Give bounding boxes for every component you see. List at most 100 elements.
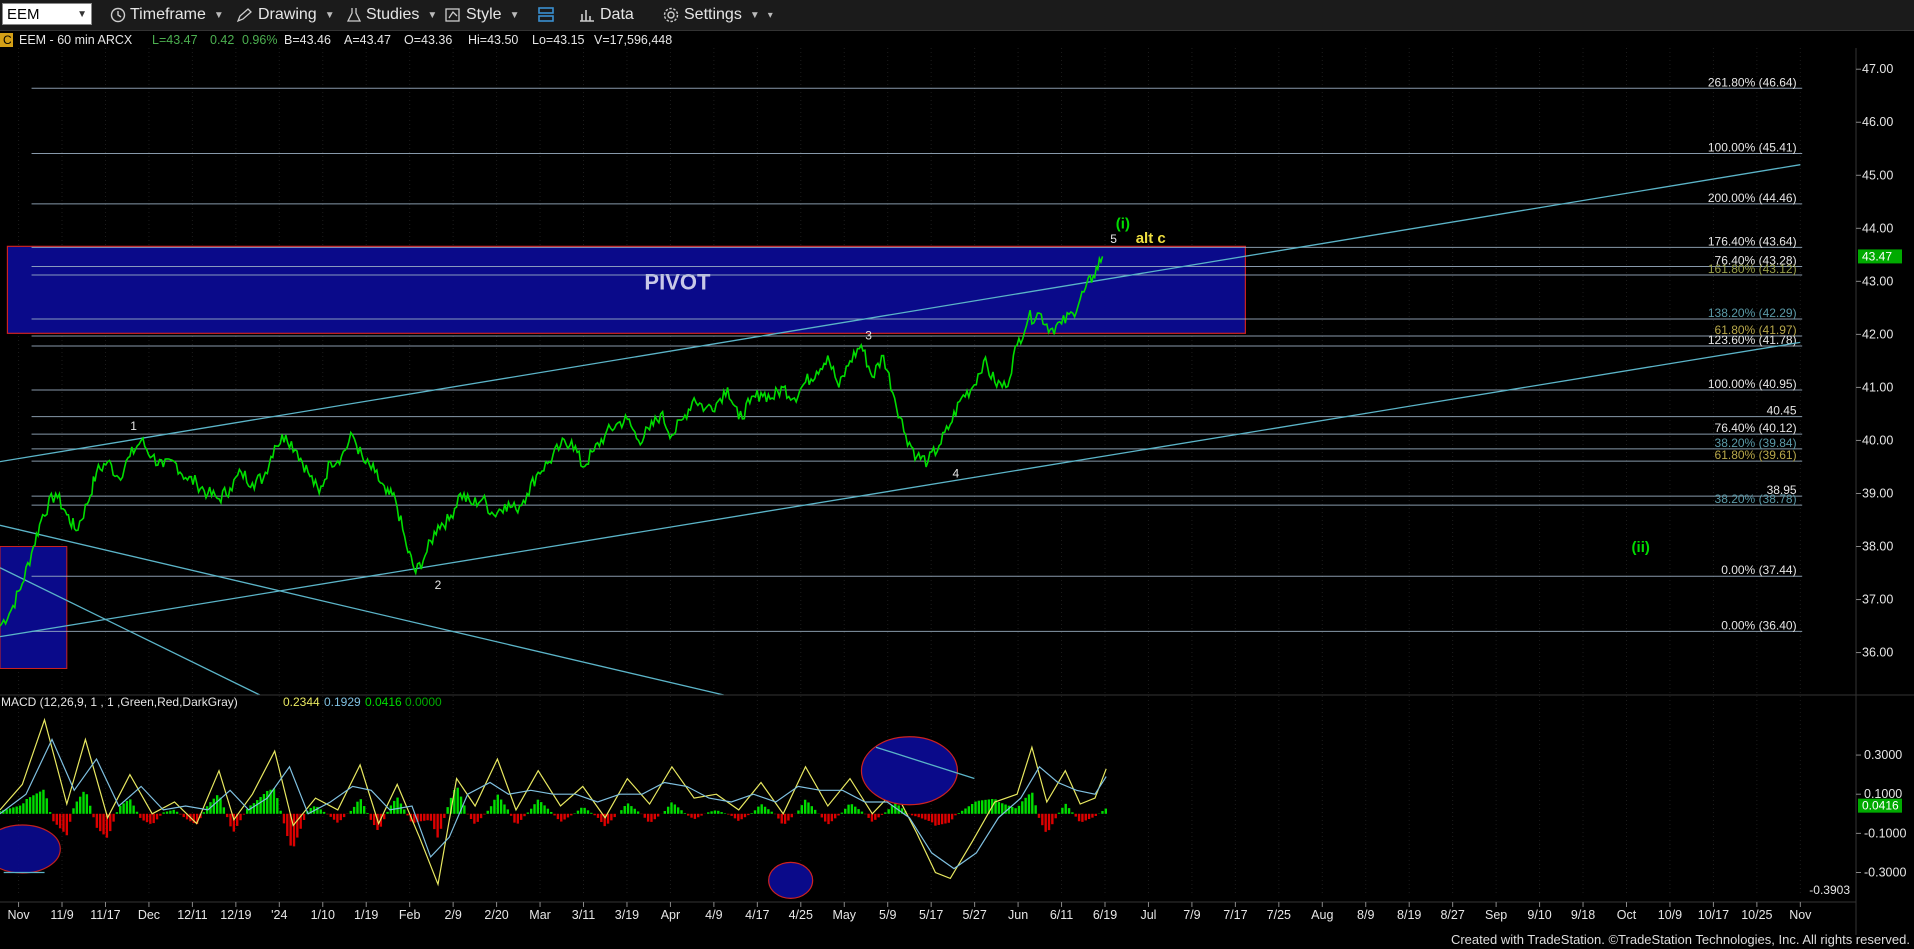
fib-levels: 261.80% (46.64) 100.00% (45.41) 200.00% (4… xyxy=(31,75,1803,632)
time-tick-label: 8/27 xyxy=(1440,908,1464,922)
price-tick-label: 40.00 xyxy=(1862,433,1893,447)
c-badge-text: C xyxy=(3,33,12,47)
time-tick-label: 3/19 xyxy=(615,908,639,922)
macd-title: MACD (12,26,9, 1 , 1 ,Green,Red,DarkGray… xyxy=(1,695,238,709)
style-icon xyxy=(445,8,460,22)
time-tick-label: 8/9 xyxy=(1357,908,1374,922)
chart-header: C EEM - 60 min ARCX L=43.47 0.42 0.96% B… xyxy=(0,33,672,47)
price-chart[interactable]: PIVOT 261.80% (46.64) 100.00% (45.41) 200.… xyxy=(0,30,1914,949)
drawing-label: Drawing xyxy=(258,6,317,23)
current-price-tag: 43.47 xyxy=(1858,249,1902,264)
fib-label: 200.00% (44.46) xyxy=(1708,191,1797,205)
time-tick-label: May xyxy=(832,908,856,922)
price-tick-label: 46.00 xyxy=(1862,115,1893,129)
fib-label: 61.80% (39.61) xyxy=(1715,448,1797,462)
time-tick-label: 5/17 xyxy=(919,908,943,922)
price-tick-label: 38.00 xyxy=(1862,540,1893,554)
chevron-down-icon[interactable]: ▼ xyxy=(77,4,87,26)
header-open: O=43.36 xyxy=(404,33,452,47)
settings-label: Settings xyxy=(684,6,742,23)
pivot-label: PIVOT xyxy=(644,269,711,294)
time-tick-label: 5/27 xyxy=(962,908,986,922)
studies-button[interactable]: Studies ▼ xyxy=(346,4,437,26)
price-tick-label: 39.00 xyxy=(1862,486,1893,500)
macd-current-value: 0.0416 xyxy=(1862,799,1899,813)
fib-label: 100.00% (40.95) xyxy=(1708,377,1797,391)
time-tick-label: 9/18 xyxy=(1571,908,1595,922)
chevron-down-icon: ▼ xyxy=(427,9,438,21)
time-tick-label: 6/11 xyxy=(1050,908,1073,922)
fib-label: 100.00% (45.41) xyxy=(1708,141,1797,155)
time-tick-label: 3/11 xyxy=(572,908,595,922)
time-tick-label: 12/19 xyxy=(220,908,251,922)
price-tick-label: 45.00 xyxy=(1862,168,1893,182)
header-bid: B=43.46 xyxy=(284,33,331,47)
fib-label: 176.40% (43.64) xyxy=(1708,234,1797,248)
wave-label: 5 xyxy=(1110,232,1117,246)
time-axis: Nov 11/9 11/17 Dec 12/11 12/19 '24 1/10 1/19 Feb 2… xyxy=(0,901,1856,922)
macd-min-label: -0.3903 xyxy=(1809,883,1850,897)
macd-ellipse xyxy=(860,736,959,806)
price-tick-label: 47.00 xyxy=(1862,62,1893,76)
time-tick-label: 1/10 xyxy=(311,908,335,922)
time-tick-label: 7/9 xyxy=(1183,908,1200,922)
symbol-input[interactable]: EEM ▼ xyxy=(2,3,92,25)
current-price-value: 43.47 xyxy=(1862,249,1892,263)
style-button[interactable]: Style ▼ xyxy=(444,4,519,26)
price-tick-label: 42.00 xyxy=(1862,327,1893,341)
symbol-value: EEM xyxy=(7,5,40,23)
wave-label: (i) xyxy=(1116,215,1130,232)
header-change-pct: 0.96% xyxy=(242,33,277,47)
time-tick-label: 6/19 xyxy=(1093,908,1117,922)
timeframe-button[interactable]: Timeframe ▼ xyxy=(110,4,224,26)
header-last: L=43.47 xyxy=(152,33,198,47)
time-tick-label: 10/25 xyxy=(1741,908,1772,922)
time-tick-label: Apr xyxy=(661,908,680,922)
time-tick-label: 10/9 xyxy=(1658,908,1682,922)
timeframe-label: Timeframe xyxy=(130,6,206,23)
time-tick-label: Nov xyxy=(1789,908,1812,922)
settings-button[interactable]: Settings ▼ ▾ xyxy=(662,4,773,26)
macd-axis: 0.30000.1000-0.1000-0.3000 xyxy=(1856,748,1906,880)
time-tick-label: Nov xyxy=(7,908,30,922)
footer-credit: Created with TradeStation. ©TradeStation… xyxy=(1450,932,1910,947)
flask-icon xyxy=(346,8,362,22)
data-label: Data xyxy=(600,6,634,23)
clock-icon xyxy=(110,7,126,23)
trend-line xyxy=(0,341,1801,638)
left-zone-box xyxy=(0,546,68,669)
price-tick-label: 41.00 xyxy=(1862,380,1893,394)
data-button[interactable]: Data xyxy=(578,4,634,26)
studies-label: Studies xyxy=(366,6,420,23)
time-tick-label: 4/17 xyxy=(745,908,769,922)
time-tick-label: Feb xyxy=(399,908,421,922)
pivot-zone-box[interactable] xyxy=(6,245,1246,334)
time-tick-label: Oct xyxy=(1617,908,1637,922)
fib-label: 138.20% (42.29) xyxy=(1708,306,1797,320)
layout-button[interactable] xyxy=(536,4,560,26)
drawing-button[interactable]: Drawing ▼ xyxy=(236,4,335,26)
chevron-down-icon: ▼ xyxy=(213,9,224,21)
chevron-down-icon: ▾ xyxy=(767,9,773,21)
macd-signal-value: 0.1929 xyxy=(324,695,361,709)
macd-ellipse xyxy=(768,861,814,899)
time-tick-label: 8/19 xyxy=(1397,908,1421,922)
wave-label: alt c xyxy=(1136,230,1166,247)
time-tick-label: 2/20 xyxy=(484,908,508,922)
fib-label: 76.40% (40.12) xyxy=(1715,421,1797,435)
time-tick-label: Mar xyxy=(529,908,551,922)
trend-lines xyxy=(0,164,1801,696)
macd-value: 0.2344 xyxy=(283,695,320,709)
fib-label: 40.45 xyxy=(1767,404,1797,418)
trend-line xyxy=(0,524,724,696)
macd-ellipse xyxy=(0,824,61,874)
gear-icon xyxy=(663,7,679,23)
chevron-down-icon: ▼ xyxy=(509,9,520,21)
time-tick-label: 9/10 xyxy=(1527,908,1551,922)
time-tick-label: Sep xyxy=(1485,908,1507,922)
time-tick-label: 4/25 xyxy=(789,908,813,922)
time-tick-label: 1/19 xyxy=(354,908,378,922)
time-tick-label: 11/17 xyxy=(90,908,120,922)
header-ask: A=43.47 xyxy=(344,33,391,47)
fib-label: 161.80% (43.12) xyxy=(1708,262,1797,276)
